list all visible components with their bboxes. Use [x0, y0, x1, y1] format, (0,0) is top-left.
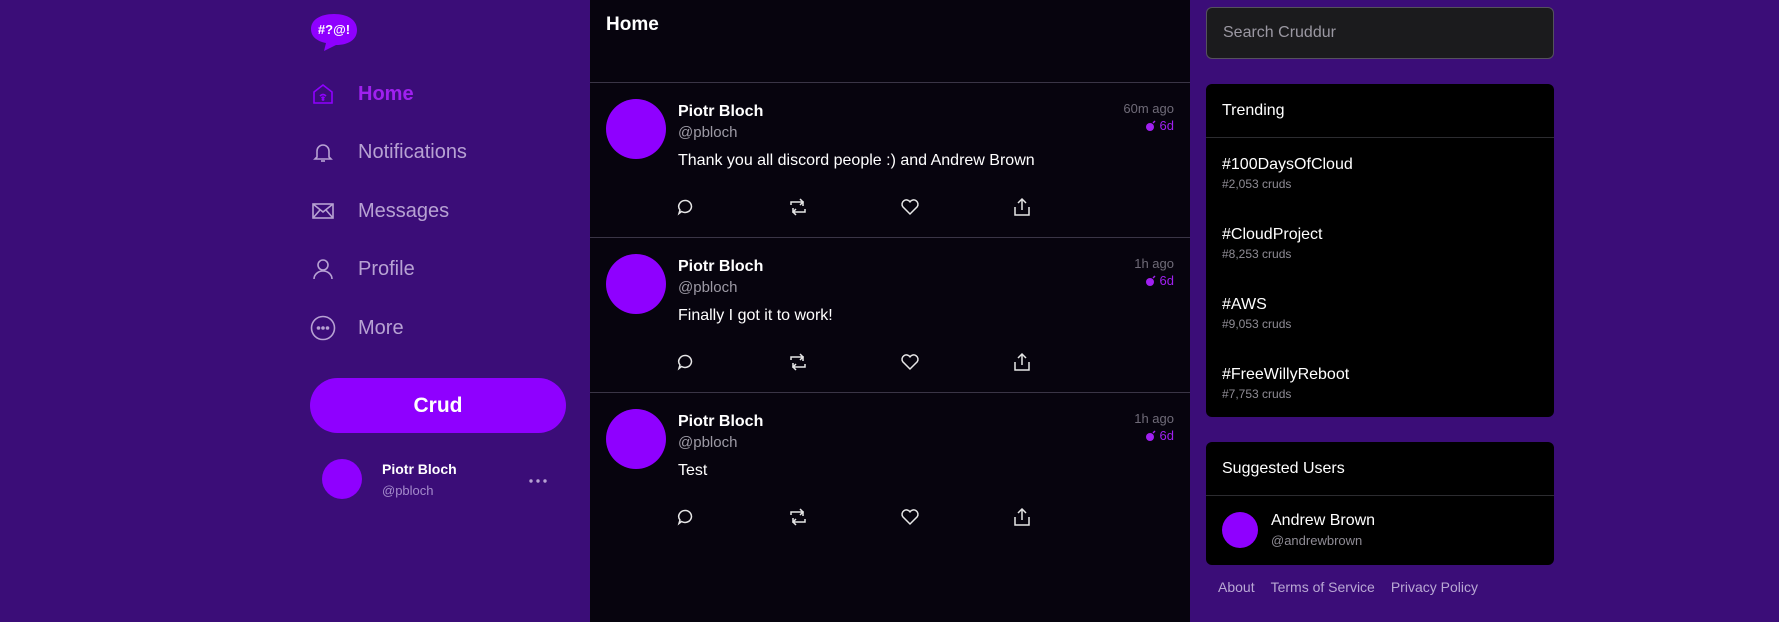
post-time: 1h ago [1134, 411, 1174, 426]
trending-count: #9,053 cruds [1222, 317, 1292, 331]
suggested-user[interactable]: Andrew Brown @andrewbrown [1206, 496, 1554, 564]
post-handle[interactable]: @pbloch [678, 279, 737, 296]
suggested-user-handle: @andrewbrown [1271, 533, 1363, 548]
post[interactable]: Piotr Bloch @pbloch Thank you all discor… [590, 83, 1190, 238]
post-actions [674, 505, 1074, 529]
trending-tag: #AWS [1222, 296, 1267, 313]
trending-count: #7,753 cruds [1222, 387, 1292, 401]
like-icon[interactable] [898, 195, 922, 219]
feed-header: Home [590, 0, 1190, 83]
post-expiry: 6d [1145, 428, 1174, 443]
trending-tag: #FreeWillyReboot [1222, 366, 1350, 383]
search-input[interactable] [1206, 7, 1554, 59]
user-icon [310, 256, 336, 282]
post-expiry-label: 6d [1159, 428, 1174, 443]
footer-link-about[interactable]: About [1218, 579, 1255, 595]
trending-item[interactable]: #FreeWillyReboot #7,753 cruds [1206, 348, 1554, 418]
reply-icon[interactable] [674, 505, 698, 529]
repost-icon[interactable] [786, 195, 810, 219]
current-user-card[interactable]: Piotr Bloch @pbloch [322, 455, 556, 503]
post-time: 1h ago [1134, 256, 1174, 271]
trending-item[interactable]: #CloudProject #8,253 cruds [1206, 208, 1554, 278]
post-expiry-label: 6d [1159, 273, 1174, 288]
share-icon[interactable] [1010, 350, 1034, 374]
nav-label-profile: Profile [358, 257, 415, 280]
envelope-icon [310, 198, 336, 224]
right-sidebar: Trending #100DaysOfCloud #2,053 cruds #C… [1206, 0, 1554, 622]
post[interactable]: Piotr Bloch @pbloch Test 1h ago 6d [590, 393, 1190, 548]
bell-icon [310, 139, 336, 165]
suggested-users-panel: Suggested Users Andrew Brown @andrewbrow… [1206, 442, 1554, 565]
ellipsis-icon[interactable] [528, 467, 548, 490]
like-icon[interactable] [898, 350, 922, 374]
trending-title: Trending [1206, 84, 1554, 138]
home-feed: Home Piotr Bloch @pbloch Thank you all d… [590, 0, 1190, 622]
nav-item-more[interactable]: More [310, 308, 550, 348]
nav-label-more: More [358, 316, 404, 339]
avatar[interactable] [606, 254, 666, 314]
post-message: Finally I got it to work! [678, 307, 833, 324]
more-circle-icon [310, 315, 336, 341]
reply-icon[interactable] [674, 195, 698, 219]
nav-item-messages[interactable]: Messages [310, 191, 550, 231]
footer-link-privacy[interactable]: Privacy Policy [1391, 579, 1478, 595]
post-message: Test [678, 462, 708, 479]
post-time: 60m ago [1123, 101, 1174, 116]
suggested-users-title: Suggested Users [1206, 442, 1554, 496]
share-icon[interactable] [1010, 505, 1034, 529]
repost-icon[interactable] [786, 505, 810, 529]
reply-icon[interactable] [674, 350, 698, 374]
cruddur-logo[interactable]: #?@! [310, 12, 358, 52]
post-author[interactable]: Piotr Bloch [678, 258, 763, 276]
current-user-name: Piotr Bloch [382, 460, 457, 477]
nav-item-profile[interactable]: Profile [310, 249, 550, 289]
trending-tag: #100DaysOfCloud [1222, 156, 1353, 173]
footer-link-terms[interactable]: Terms of Service [1271, 579, 1375, 595]
nav-label-home: Home [358, 82, 414, 105]
svg-text:#?@!: #?@! [318, 22, 350, 37]
bomb-icon [1145, 120, 1156, 131]
post-expiry: 6d [1145, 273, 1174, 288]
trending-panel: Trending #100DaysOfCloud #2,053 cruds #C… [1206, 84, 1554, 417]
post[interactable]: Piotr Bloch @pbloch Finally I got it to … [590, 238, 1190, 393]
trending-tag: #CloudProject [1222, 226, 1323, 243]
trending-item[interactable]: #100DaysOfCloud #2,053 cruds [1206, 138, 1554, 208]
current-user-handle: @pbloch [382, 482, 434, 498]
post-handle[interactable]: @pbloch [678, 434, 737, 451]
crud-button[interactable]: Crud [310, 378, 566, 433]
post-expiry: 6d [1145, 118, 1174, 133]
nav-label-notifications: Notifications [358, 140, 467, 163]
page-title: Home [606, 14, 659, 35]
avatar[interactable] [606, 409, 666, 469]
repost-icon[interactable] [786, 350, 810, 374]
avatar [322, 459, 362, 499]
post-author[interactable]: Piotr Bloch [678, 103, 763, 121]
post-actions [674, 350, 1074, 374]
footer-links: About Terms of Service Privacy Policy [1218, 579, 1478, 595]
post-expiry-label: 6d [1159, 118, 1174, 133]
nav-label-messages: Messages [358, 199, 450, 222]
trending-count: #2,053 cruds [1222, 177, 1292, 191]
post-message: Thank you all discord people :) and Andr… [678, 152, 1035, 169]
suggested-user-name: Andrew Brown [1271, 512, 1376, 529]
post-author[interactable]: Piotr Bloch [678, 413, 763, 431]
nav-item-home[interactable]: Home [310, 74, 550, 114]
home-icon [310, 81, 336, 107]
trending-item[interactable]: #AWS #9,053 cruds [1206, 278, 1554, 348]
avatar[interactable] [606, 99, 666, 159]
nav-item-notifications[interactable]: Notifications [310, 132, 550, 172]
post-handle[interactable]: @pbloch [678, 124, 737, 141]
avatar [1222, 512, 1258, 548]
bomb-icon [1145, 430, 1156, 441]
trending-count: #8,253 cruds [1222, 247, 1292, 261]
post-actions [674, 195, 1074, 219]
bomb-icon [1145, 275, 1156, 286]
share-icon[interactable] [1010, 195, 1034, 219]
like-icon[interactable] [898, 505, 922, 529]
left-sidebar: #?@! Home Notifications Messages Profile… [310, 0, 566, 622]
